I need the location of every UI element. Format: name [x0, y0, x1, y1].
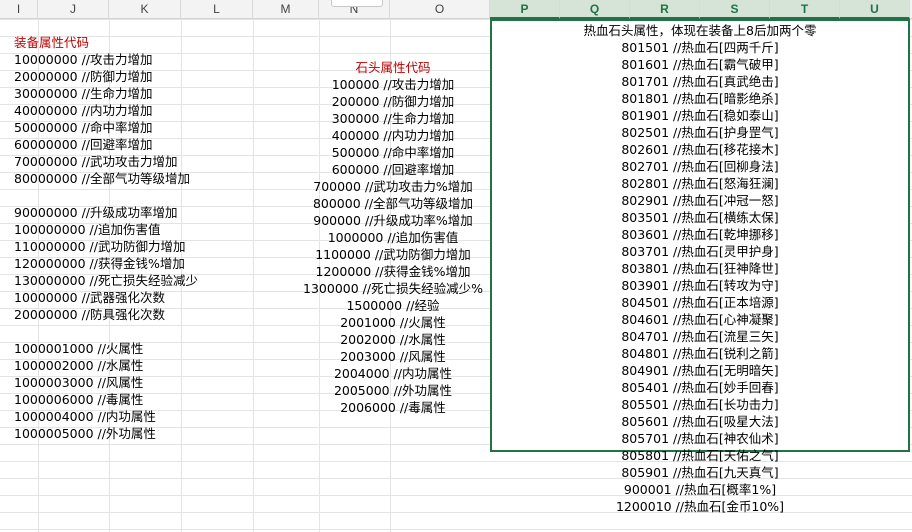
equipment-line: 30000000 //生命力增加: [14, 86, 153, 101]
stone-line: 1200000 //获得金钱%增加: [315, 264, 471, 279]
stone-line: 1100000 //武功防御力增加: [315, 247, 471, 262]
column-header-r[interactable]: R: [630, 0, 700, 19]
equipment-line: 10000000 //攻击力增加: [14, 52, 153, 67]
hotblood-line: 802601 //热血石[移花接木]: [621, 142, 779, 157]
column-header-p[interactable]: P: [490, 0, 560, 19]
stone-title: 石头属性代码: [355, 60, 431, 75]
stone-line: 2005000 //外功属性: [333, 383, 453, 398]
hotblood-line: 804701 //热血石[流星三矢]: [621, 329, 779, 344]
stone-line: 2006000 //毒属性: [340, 400, 446, 415]
column-header-q[interactable]: Q: [560, 0, 630, 19]
equipment-line: 130000000 //死亡损失经验减少: [14, 273, 198, 288]
stone-line: 100000 //攻击力增加: [331, 77, 455, 92]
hotblood-line: 805701 //热血石[神农仙术]: [621, 431, 779, 446]
hotblood-line: 803901 //热血石[转攻为守]: [621, 278, 779, 293]
stone-line: 900000 //升级成功率%增加: [313, 213, 473, 228]
column-header-u[interactable]: U: [840, 0, 910, 19]
hotblood-line: 805501 //热血石[长功击力]: [621, 397, 779, 412]
stone-line: 2003000 //风属性: [340, 349, 446, 364]
equipment-line: 1000002000 //水属性: [14, 358, 144, 373]
column-header-m[interactable]: M: [253, 0, 319, 19]
column-header-l[interactable]: L: [181, 0, 253, 19]
stone-line: 600000 //回避率增加: [331, 162, 455, 177]
column-header-k[interactable]: K: [109, 0, 181, 19]
equipment-line: 70000000 //武功攻击力增加: [14, 154, 178, 169]
hotblood-line: 805401 //热血石[妙手回春]: [621, 380, 779, 395]
hotblood-line: 805801 //热血石[天佑之气]: [621, 448, 779, 463]
stone-line: 1300000 //死亡损失经验减少%: [303, 281, 483, 296]
column-header-i[interactable]: I: [0, 0, 38, 19]
stone-line: 1000000 //追加伤害值: [327, 230, 459, 245]
hotblood-line: 802801 //热血石[怒海狂澜]: [621, 176, 779, 191]
column-header-bar: I J K L M N O P Q R S T U: [0, 0, 912, 19]
hotblood-line: 804801 //热血石[锐利之箭]: [621, 346, 779, 361]
hotblood-line: 802901 //热血石[冲冠一怒]: [621, 193, 779, 208]
equipment-line: 50000000 //命中率增加: [14, 120, 153, 135]
hotblood-line: 801701 //热血石[真武绝击]: [621, 74, 779, 89]
column-header-j[interactable]: J: [38, 0, 109, 19]
equipment-line: 20000000 //防具强化次数: [14, 307, 166, 322]
stone-code-block[interactable]: 石头属性代码 100000 //攻击力增加 200000 //防御力增加 300…: [287, 59, 499, 416]
hotblood-line: 803701 //热血石[灵甲护身]: [621, 244, 779, 259]
hotblood-line: 801601 //热血石[霸气破甲]: [621, 57, 779, 72]
equipment-line: 40000000 //内功力增加: [14, 103, 153, 118]
equipment-line: 100000000 //追加伤害值: [14, 222, 161, 237]
hotblood-line: 900001 //热血石[概率1%]: [623, 482, 777, 497]
hotblood-stone-block[interactable]: 热血石头属性，体现在装备上8后加两个零 801501 //热血石[四两千斤] 8…: [492, 22, 908, 515]
equipment-line: 60000000 //回避率增加: [14, 137, 153, 152]
stone-line: 500000 //命中率增加: [331, 145, 455, 160]
hotblood-title: 热血石头属性，体现在装备上8后加两个零: [583, 23, 817, 38]
equipment-line: 20000000 //防御力增加: [14, 69, 153, 84]
column-header-t[interactable]: T: [770, 0, 840, 19]
name-box-tooltip: [331, 0, 383, 7]
equipment-line: 10000000 //武器强化次数: [14, 290, 166, 305]
equipment-line: 80000000 //全部气功等级增加: [14, 171, 191, 186]
equipment-line: 1000001000 //火属性: [14, 341, 144, 356]
hotblood-line: 803601 //热血石[乾坤挪移]: [621, 227, 779, 242]
hotblood-line: 804901 //热血石[无明暗矢]: [621, 363, 779, 378]
column-header-s[interactable]: S: [700, 0, 770, 19]
hotblood-line: 802701 //热血石[回柳身法]: [621, 159, 779, 174]
equipment-line: 90000000 //升级成功率增加: [14, 205, 178, 220]
equipment-line: 1000005000 //外功属性: [14, 426, 156, 441]
stone-line: 2001000 //火属性: [340, 315, 446, 330]
hotblood-line: 803501 //热血石[横练太保]: [621, 210, 779, 225]
hotblood-line: 804501 //热血石[正本培源]: [621, 295, 779, 310]
hotblood-line: 805601 //热血石[吸星大法]: [621, 414, 779, 429]
hotblood-line: 801801 //热血石[暗影绝杀]: [621, 91, 779, 106]
equipment-line: 110000000 //武功防御力增加: [14, 239, 186, 254]
hotblood-line: 1200010 //热血石[金币10%]: [615, 499, 785, 514]
equipment-code-block[interactable]: 装备属性代码 10000000 //攻击力增加 20000000 //防御力增加…: [14, 34, 198, 442]
equipment-line: 1000004000 //内功属性: [14, 409, 156, 424]
stone-line: 200000 //防御力增加: [331, 94, 455, 109]
gridline: [253, 19, 254, 532]
blank-row: [14, 323, 198, 340]
hotblood-line: 805901 //热血石[九天真气]: [621, 465, 779, 480]
stone-line: 800000 //全部气功等级增加: [312, 196, 474, 211]
hotblood-line: 804601 //热血石[心神凝聚]: [621, 312, 779, 327]
column-header-o[interactable]: O: [390, 0, 490, 19]
equipment-line: 1000006000 //毒属性: [14, 392, 144, 407]
stone-line: 700000 //武功攻击力%增加: [313, 179, 473, 194]
stone-line: 400000 //内功力增加: [331, 128, 455, 143]
hotblood-line: 802501 //热血石[护身罡气]: [621, 125, 779, 140]
stone-line: 2004000 //内功属性: [333, 366, 453, 381]
hotblood-line: 803801 //热血石[狂神降世]: [621, 261, 779, 276]
equipment-line: 120000000 //获得金钱%增加: [14, 256, 185, 271]
hotblood-line: 801501 //热血石[四两千斤]: [621, 40, 779, 55]
equipment-title: 装备属性代码: [14, 35, 90, 50]
hotblood-line: 801901 //热血石[稳如泰山]: [621, 108, 779, 123]
equipment-line: 1000003000 //风属性: [14, 375, 144, 390]
stone-line: 300000 //生命力增加: [331, 111, 455, 126]
stone-line: 2002000 //水属性: [340, 332, 446, 347]
blank-row: [14, 187, 198, 204]
stone-line: 1500000 //经验: [346, 298, 440, 313]
